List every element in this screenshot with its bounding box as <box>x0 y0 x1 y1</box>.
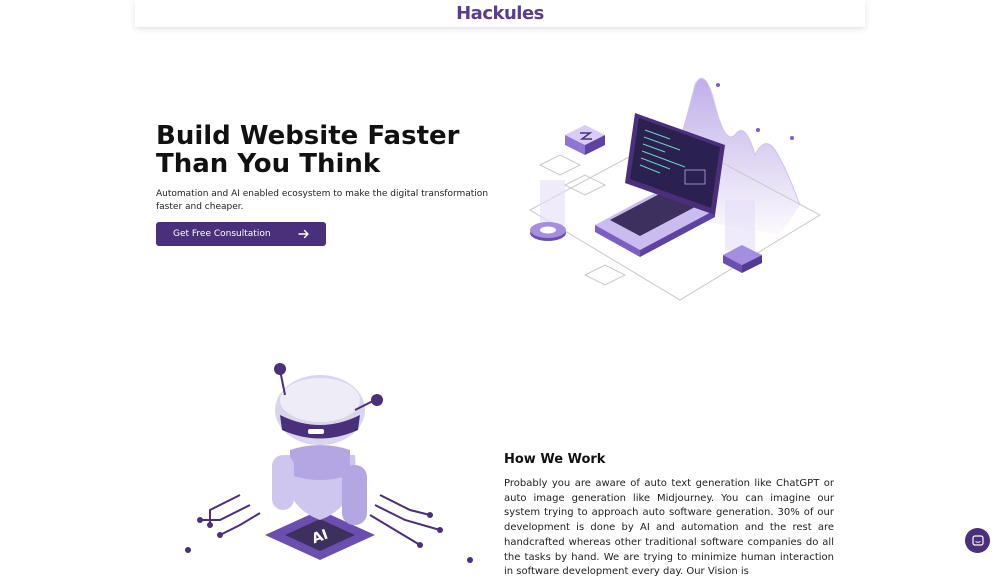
chat-icon <box>971 534 984 546</box>
chat-launcher-button[interactable] <box>965 528 990 553</box>
site-header: Hackules <box>135 0 865 27</box>
hero-subtitle: Automation and AI enabled ecosystem to m… <box>156 189 489 212</box>
laptop-illustration <box>528 77 822 301</box>
arrow-right-icon <box>298 229 309 239</box>
robot-illustration: AI <box>185 363 473 563</box>
logo[interactable]: Hackules <box>456 3 544 24</box>
how-we-work-title: How We Work <box>504 452 606 467</box>
get-free-consultation-button[interactable]: Get Free Consultation <box>156 222 326 246</box>
hero-title: Build Website Faster Than You Think <box>156 121 460 179</box>
logo-text: Hackules <box>456 3 544 24</box>
cta-label: Get Free Consultation <box>173 229 271 239</box>
how-we-work-body: Probably you are aware of auto text gene… <box>504 478 834 578</box>
